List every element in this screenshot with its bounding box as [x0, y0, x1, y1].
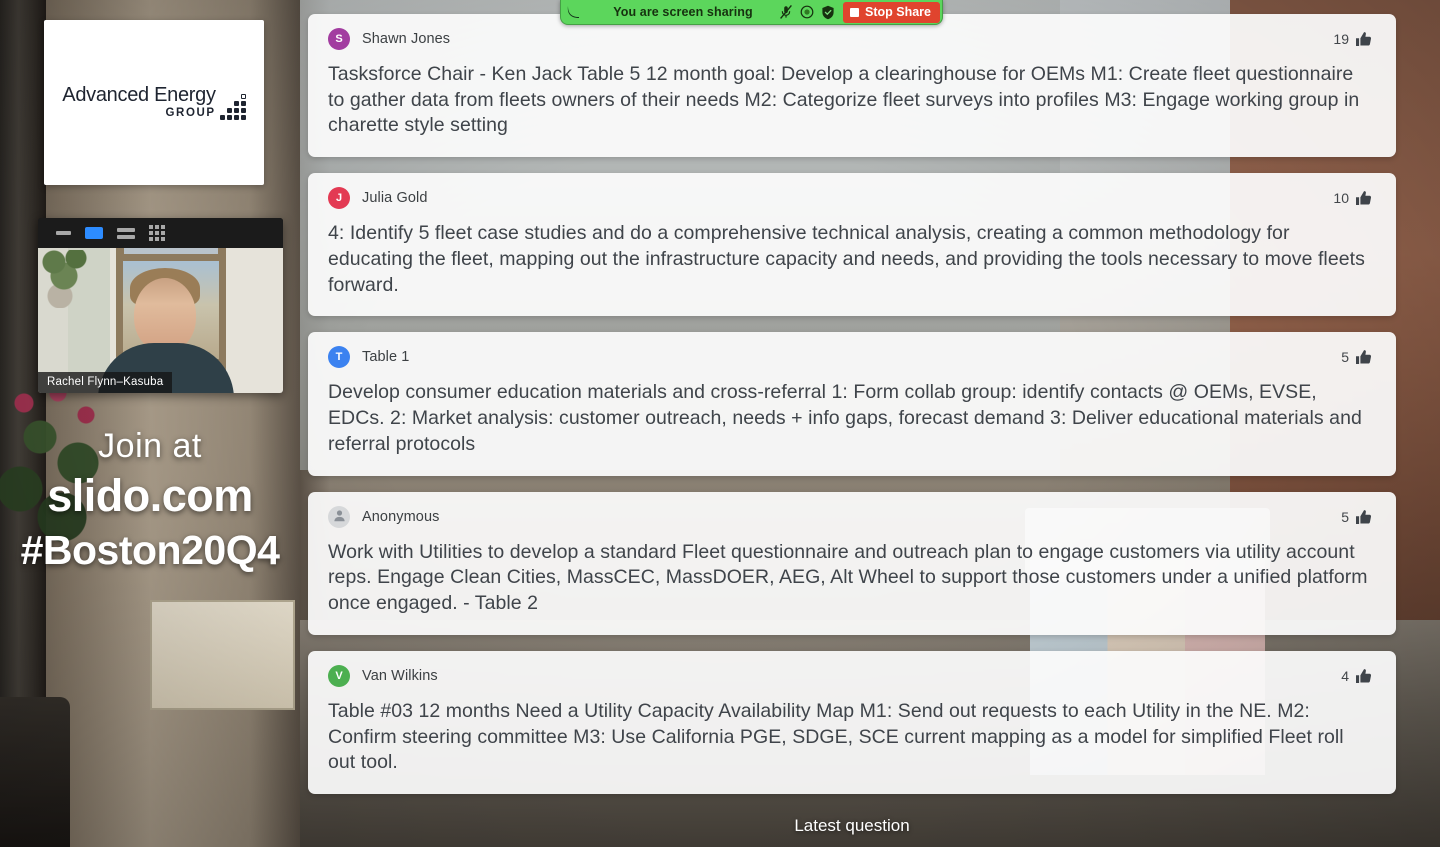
question-author: Table 1	[362, 349, 410, 366]
join-line-1: Join at	[98, 427, 202, 465]
logo-primary-text: Advanced Energy	[62, 84, 216, 107]
question-header: S Shawn Jones 19	[318, 28, 1378, 50]
question-list: S Shawn Jones 19 Tasksforce Chair - Ken Jac…	[308, 14, 1396, 847]
stop-share-label: Stop Share	[865, 5, 931, 19]
video-person-face	[134, 278, 196, 352]
join-line-2-url: slido.com	[47, 469, 253, 521]
avatar-initial: T	[335, 351, 343, 364]
question-card[interactable]: T Table 1 5 Develop consumer education mate…	[308, 332, 1396, 476]
vote-count: 19	[1333, 31, 1349, 47]
zoom-logo-icon	[561, 5, 587, 19]
question-author: Anonymous	[362, 508, 440, 525]
vote-count: 4	[1341, 667, 1349, 684]
question-card[interactable]: J Julia Gold 10 4: Identify 5 fleet case st…	[308, 173, 1396, 317]
vote-control[interactable]: 10	[1333, 190, 1372, 206]
vote-count: 10	[1333, 190, 1349, 207]
avatar: V	[328, 664, 350, 687]
join-instructions: Join at slido.com #Boston20Q4	[0, 425, 300, 577]
question-header: J Julia Gold 10	[318, 187, 1378, 210]
avatar: T	[328, 346, 350, 369]
person-icon	[333, 509, 346, 525]
question-card[interactable]: V Van Wilkins 4 Table #03 12 months Need a …	[308, 650, 1396, 795]
advanced-energy-group-logo: Advanced Energy GROUP	[44, 20, 264, 185]
vote-count: 5	[1341, 349, 1349, 366]
logo-secondary-text: GROUP	[165, 107, 216, 120]
stop-square-icon	[850, 7, 859, 17]
grid-view-icon[interactable]	[149, 225, 165, 241]
avatar-initial: J	[335, 192, 343, 205]
question-header: T Table 1 5	[318, 346, 1378, 369]
question-card[interactable]: Anonymous 5 Work with Utilities to develop…	[308, 491, 1396, 635]
speaker-view-icon[interactable]	[85, 227, 103, 239]
question-text: Table #03 12 months Need a Utility Capac…	[328, 699, 1344, 774]
microphone-muted-icon[interactable]	[779, 4, 793, 20]
video-view-toolbar	[38, 218, 283, 248]
split-view-icon[interactable]	[117, 227, 135, 239]
question-text: Work with Utilities to develop a standar…	[328, 540, 1368, 615]
participant-video-tile[interactable]: Rachel Flynn–Kasuba	[38, 218, 283, 393]
latest-question-divider: Latest question	[794, 816, 910, 836]
participant-name-label: Rachel Flynn–Kasuba	[38, 372, 173, 393]
vote-control[interactable]: 5	[1341, 349, 1372, 365]
question-header: Anonymous 5	[318, 505, 1378, 528]
logo-bar-chart-icon	[219, 93, 246, 120]
share-status-label: You are screen sharing	[613, 5, 753, 19]
question-header: V Van Wilkins 4	[318, 664, 1378, 687]
thumbs-up-icon[interactable]	[1355, 190, 1372, 206]
avatar-initial: S	[335, 33, 343, 45]
avatar	[328, 505, 350, 528]
video-background-plant	[40, 250, 92, 308]
question-author: Van Wilkins	[362, 667, 438, 684]
question-card[interactable]: S Shawn Jones 19 Tasksforce Chair - Ken Jac…	[308, 14, 1396, 158]
avatar-initial: V	[335, 669, 343, 682]
avatar: J	[328, 187, 350, 210]
join-line-3-event-code: #Boston20Q4	[20, 526, 280, 573]
vote-control[interactable]: 19	[1333, 31, 1372, 47]
question-author: Julia Gold	[362, 190, 428, 207]
question-text: 4: Identify 5 fleet case studies and do …	[328, 222, 1365, 296]
minimize-icon[interactable]	[56, 231, 71, 235]
stop-share-button[interactable]: Stop Share	[843, 1, 940, 23]
vote-count: 5	[1341, 508, 1349, 525]
thumbs-up-icon[interactable]	[1355, 349, 1372, 365]
share-bar-icons	[779, 4, 843, 20]
thumbs-up-icon[interactable]	[1355, 31, 1372, 47]
question-text: Develop consumer education materials and…	[328, 381, 1362, 455]
thumbs-up-icon[interactable]	[1355, 509, 1372, 525]
question-text: Tasksforce Chair - Ken Jack Table 5 12 m…	[328, 63, 1360, 137]
thumbs-up-icon[interactable]	[1355, 668, 1372, 684]
avatar: S	[328, 28, 350, 50]
screen-share-stage: You are screen sharing Stop Share Advanc…	[0, 0, 1440, 847]
shield-icon[interactable]	[821, 5, 835, 20]
video-feed: Rachel Flynn–Kasuba	[38, 248, 283, 393]
zoom-screen-share-bar: You are screen sharing Stop Share	[560, 0, 943, 25]
record-icon[interactable]	[800, 5, 814, 19]
vote-control[interactable]: 4	[1341, 668, 1372, 684]
vote-control[interactable]: 5	[1341, 509, 1372, 525]
question-author: Shawn Jones	[362, 31, 451, 47]
